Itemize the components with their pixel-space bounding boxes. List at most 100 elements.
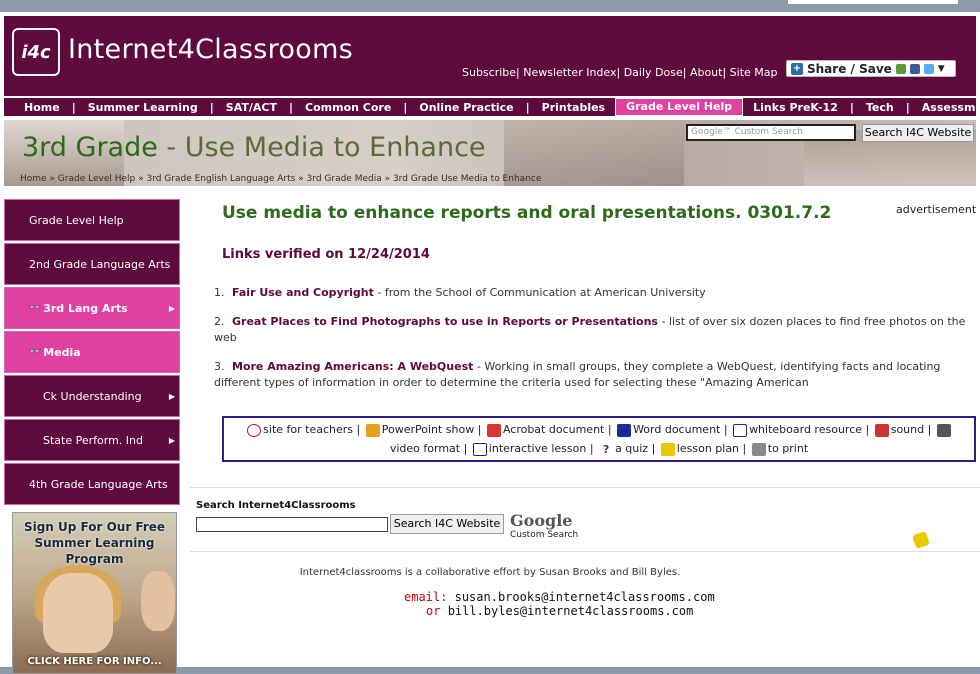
main-nav: Home | Summer Learning | SAT/ACT | Common C… xyxy=(4,96,980,118)
nav-tech[interactable]: Tech xyxy=(856,101,904,114)
top-link-subscribe[interactable]: Subscribe xyxy=(462,66,516,79)
nav-summer-learning[interactable]: Summer Learning xyxy=(78,101,208,114)
promo-cta[interactable]: CLICK HERE FOR INFO... xyxy=(13,656,176,667)
custom-search-label: Custom Search xyxy=(510,530,579,540)
nav-online-practice[interactable]: Online Practice xyxy=(409,101,523,114)
sidebar-item-label: Media xyxy=(43,345,81,359)
page-banner: 3rd Grade - Use Media to Enhance Home » … xyxy=(4,120,976,186)
promo-photo xyxy=(43,573,113,653)
sidebar: Grade Level Help 2nd Grade Language Arts… xyxy=(4,199,180,507)
sidebar-item-label: 4th Grade Language Arts xyxy=(29,477,168,491)
sound-icon xyxy=(874,423,889,437)
footer-search-input[interactable] xyxy=(196,517,388,532)
nav-printables[interactable]: Printables xyxy=(532,101,615,114)
interactive-icon xyxy=(472,442,487,456)
chevron-down-icon: ▼ xyxy=(937,63,945,74)
legend-label: lesson plan xyxy=(676,442,740,455)
share-label: Share / Save xyxy=(807,61,892,76)
sidebar-item-state-perform[interactable]: State Perform. Ind ▶ xyxy=(4,419,180,461)
legend-label: to print xyxy=(767,442,809,455)
breadcrumb[interactable]: Home » Grade Level Help » 3rd Grade Engl… xyxy=(20,174,541,184)
chevron-right-icon: ▶ xyxy=(168,303,175,313)
nav-home[interactable]: Home xyxy=(4,101,70,114)
page-frame: i4c Internet4Classrooms Subscribe| Newsl… xyxy=(0,12,980,674)
lesson-plan-icon xyxy=(660,442,675,456)
page-title: 3rd Grade - Use Media to Enhance xyxy=(22,132,486,163)
promo-photo xyxy=(141,571,175,631)
email-label: email: xyxy=(404,590,448,604)
divider xyxy=(190,487,980,488)
email-link-susan[interactable]: susan.brooks@internet4classrooms.com xyxy=(455,590,715,604)
resource-link-photographs[interactable]: Great Places to Find Photographs to use … xyxy=(232,315,658,328)
print-icon xyxy=(751,442,766,456)
lesson-plan-icon xyxy=(912,531,930,549)
contact-emails: email: susan.brooks@internet4classrooms.… xyxy=(404,590,715,618)
list-item: 2. Great Places to Find Photographs to us… xyxy=(214,314,980,346)
promo-text: Sign Up For Our Free Summer Learning Pro… xyxy=(23,520,166,566)
legend-label: sound xyxy=(890,423,925,436)
divider xyxy=(190,551,980,552)
list-item: 3. More Amazing Americans: A WebQuest - W… xyxy=(214,359,980,391)
sidebar-item-label: 2nd Grade Language Arts xyxy=(29,257,171,271)
list-number: 2. xyxy=(214,315,225,328)
resource-link-fair-use[interactable]: Fair Use and Copyright xyxy=(232,286,374,299)
glasses-icon: 👓 xyxy=(29,347,41,357)
top-link-newsletter[interactable]: Newsletter Index xyxy=(523,66,616,79)
video-icon xyxy=(936,423,951,437)
resource-link-webquest[interactable]: More Amazing Americans: A WebQuest xyxy=(232,360,473,373)
advertisement-label: advertisement xyxy=(896,203,977,216)
sidebar-item-label: State Perform. Ind xyxy=(43,433,143,447)
summer-learning-promo[interactable]: Sign Up For Our Free Summer Learning Pro… xyxy=(12,512,177,674)
top-links: Subscribe| Newsletter Index| Daily Dose|… xyxy=(462,66,778,79)
top-link-site-map[interactable]: Site Map xyxy=(730,66,778,79)
twitter-icon xyxy=(923,63,934,74)
acrobat-icon xyxy=(486,423,501,437)
nav-links-prek12[interactable]: Links PreK-12 xyxy=(743,101,848,114)
facebook-icon xyxy=(909,63,920,74)
search-input[interactable]: Google™ Custom Search xyxy=(686,124,856,141)
links-verified: Links verified on 12/24/2014 xyxy=(222,247,430,262)
chevron-right-icon: ▶ xyxy=(168,435,175,445)
list-number: 3. xyxy=(214,360,225,373)
resource-list: 1. Fair Use and Copyright - from the Scho… xyxy=(214,285,980,404)
footer-search-button[interactable]: Search I4C Website xyxy=(390,514,504,534)
top-link-about[interactable]: About xyxy=(690,66,723,79)
word-icon xyxy=(617,423,632,437)
google-logo-text: Google xyxy=(510,511,573,530)
site-header: i4c Internet4Classrooms Subscribe| Newsl… xyxy=(4,16,976,96)
nav-grade-level-help[interactable]: Grade Level Help xyxy=(615,98,744,116)
list-item: 1. Fair Use and Copyright - from the Scho… xyxy=(214,285,980,301)
legend-label: interactive lesson xyxy=(488,442,587,455)
page-title-grade: 3rd Grade xyxy=(22,132,158,163)
plus-icon: + xyxy=(791,62,803,75)
nav-assessment[interactable]: Assessment xyxy=(912,101,980,114)
legend-label: a quiz xyxy=(615,442,649,455)
icon-legend: site for teachers | PowerPoint show | Ac… xyxy=(222,416,976,462)
sidebar-item-ck-understanding[interactable]: Ck Understanding ▶ xyxy=(4,375,180,417)
top-edge xyxy=(788,0,958,4)
nav-sat-act[interactable]: SAT/ACT xyxy=(216,101,287,114)
legend-label: video format xyxy=(389,442,461,455)
nav-common-core[interactable]: Common Core xyxy=(295,101,401,114)
google-logo: Google Custom Search xyxy=(510,511,578,540)
sidebar-item-grade-level-help[interactable]: Grade Level Help xyxy=(4,199,180,241)
share-save-button[interactable]: + Share / Save ▼ xyxy=(786,60,956,77)
email-link-bill[interactable]: bill.byles@internet4classrooms.com xyxy=(448,604,694,618)
sidebar-item-media[interactable]: 👓 Media xyxy=(4,331,180,373)
sidebar-item-2nd-grade[interactable]: 2nd Grade Language Arts xyxy=(4,243,180,285)
or-label: or xyxy=(426,604,441,618)
sidebar-item-label: Grade Level Help xyxy=(29,213,124,227)
search-button[interactable]: Search I4C Website xyxy=(862,124,974,142)
legend-label: Word document xyxy=(633,423,721,436)
powerpoint-icon xyxy=(365,423,380,437)
top-link-daily-dose[interactable]: Daily Dose xyxy=(624,66,683,79)
page-title-topic: - Use Media to Enhance xyxy=(157,132,486,163)
sidebar-item-3rd-lang-arts[interactable]: 👓 3rd Lang Arts ▶ xyxy=(4,287,180,329)
legend-label: Acrobat document xyxy=(502,423,605,436)
site-name[interactable]: Internet4Classrooms xyxy=(68,34,353,65)
quiz-icon: ? xyxy=(602,442,610,456)
list-number: 1. xyxy=(214,286,225,299)
chevron-right-icon: ▶ xyxy=(168,391,175,401)
logo-icon[interactable]: i4c xyxy=(12,28,60,76)
sidebar-item-4th-grade[interactable]: 4th Grade Language Arts xyxy=(4,463,180,505)
